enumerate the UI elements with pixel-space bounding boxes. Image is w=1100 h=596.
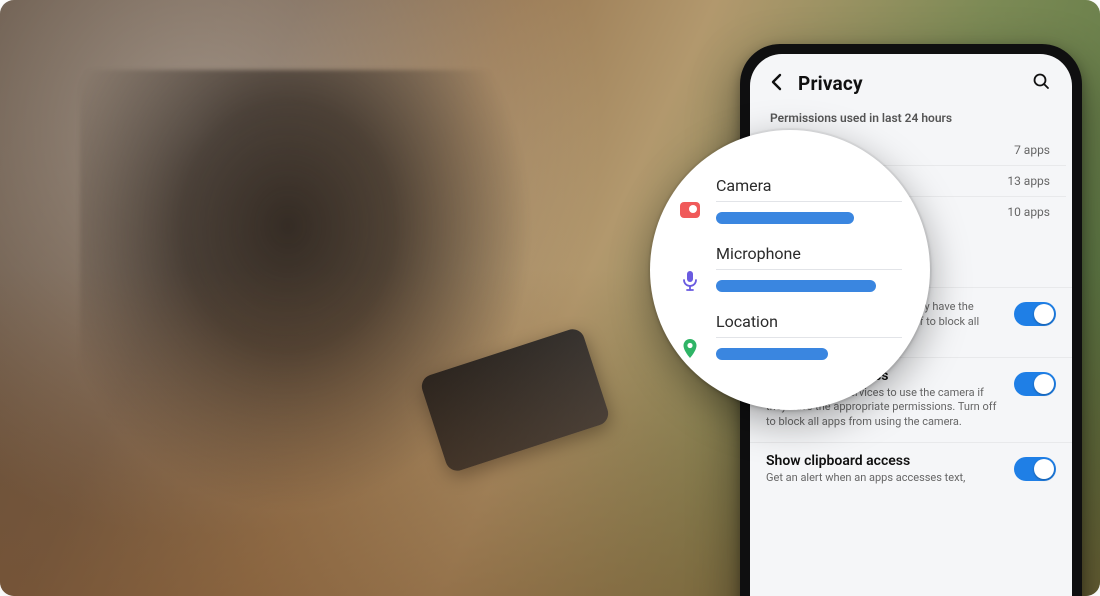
microphone-icon [681,270,699,292]
usage-bar [716,348,828,360]
setting-name: Show clipboard access [766,453,1002,469]
setting-clipboard-access[interactable]: Show clipboard access Get an alert when … [750,442,1072,498]
held-phone [419,326,612,474]
hero-image-container: Privacy Permissions used in last 24 hour… [0,0,1100,596]
camera-icon [680,202,700,218]
location-icon [681,338,699,360]
page-title: Privacy [798,72,863,95]
permission-label: Microphone [716,244,902,270]
permission-item-camera: Camera [678,168,902,236]
permission-app-count: 13 apps [1007,174,1050,188]
toggle-switch[interactable] [1014,302,1056,326]
app-bar: Privacy [750,54,1072,107]
search-icon[interactable] [1028,68,1054,99]
person-silhouette [80,70,600,590]
toggle-switch[interactable] [1014,372,1056,396]
magnifier-callout: Camera Microphone [650,130,930,410]
permission-label: Camera [716,176,902,202]
permission-app-count: 7 apps [1014,143,1050,157]
back-icon[interactable] [764,69,788,98]
toggle-switch[interactable] [1014,457,1056,481]
permission-item-location: Location [678,304,902,372]
permission-label: Location [716,312,902,338]
usage-bar [716,212,854,224]
permission-item-microphone: Microphone [678,236,902,304]
setting-description: Get an alert when an apps accesses text, [766,471,1002,486]
usage-bar [716,280,876,292]
permission-app-count: 10 apps [1007,205,1050,219]
